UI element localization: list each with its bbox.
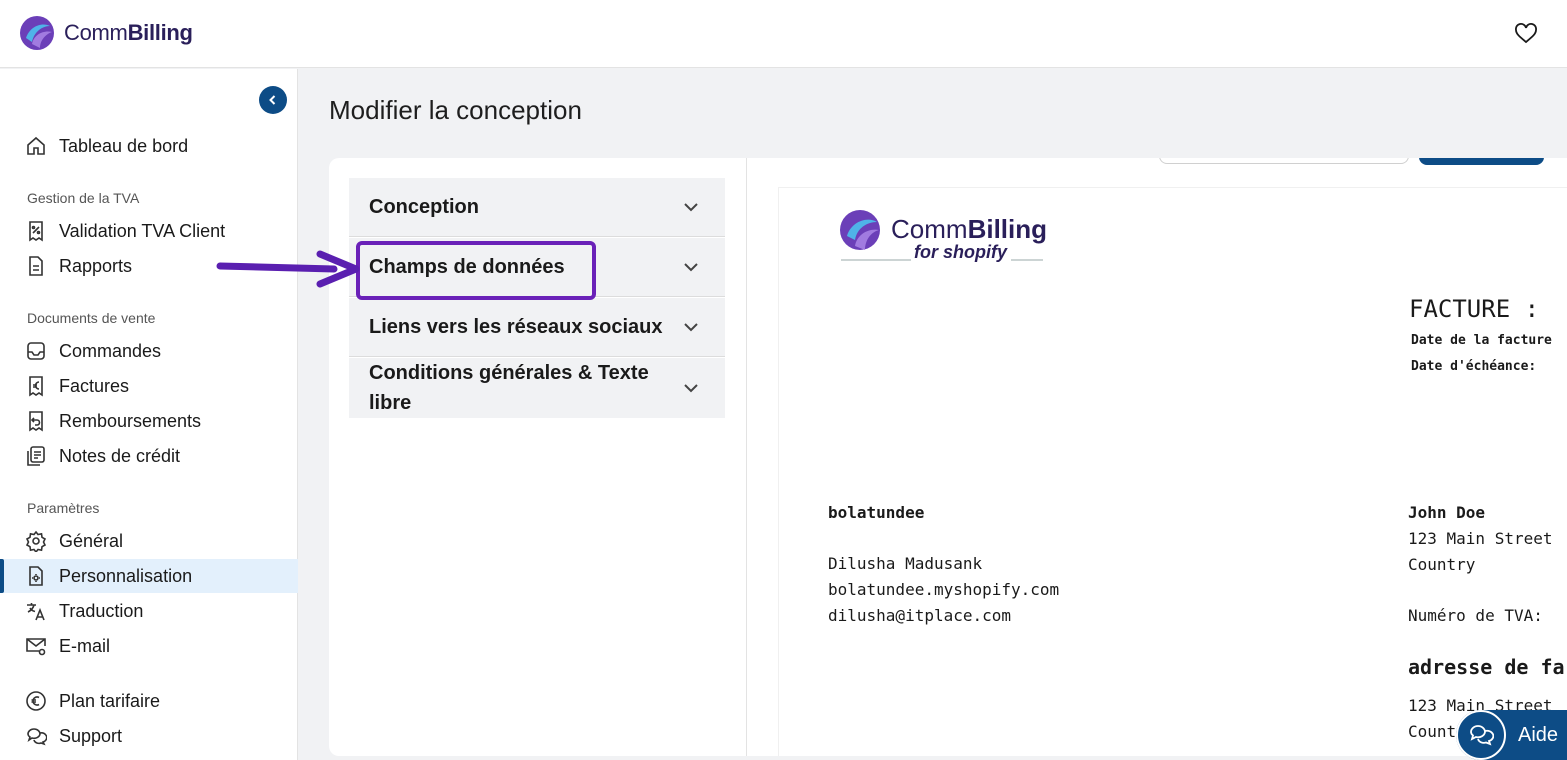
translate-icon	[25, 600, 47, 622]
sidebar-item-label: Général	[59, 530, 124, 551]
accordion-label: Conditions générales & Texte libre	[369, 362, 649, 414]
billing-country: Count	[1408, 722, 1457, 741]
home-icon	[25, 135, 47, 157]
gear-icon	[25, 530, 47, 552]
accordion-terms[interactable]: Conditions générales & Texte libre	[349, 358, 725, 418]
annotation-arrow-icon	[216, 250, 360, 288]
billing-address-heading: adresse de fa	[1408, 655, 1565, 679]
inbox-icon	[25, 340, 47, 362]
document-icon	[25, 255, 47, 277]
sidebar-item-dashboard[interactable]: Tableau de bord	[0, 129, 298, 163]
accordion-label: Liens vers les réseaux sociaux	[369, 316, 663, 338]
commbilling-logo-icon	[20, 16, 54, 50]
sidebar-item-invoices[interactable]: Factures	[0, 369, 298, 403]
sidebar-item-label: Rapports	[59, 255, 133, 276]
shop-email: dilusha@itplace.com	[828, 606, 1012, 625]
chat-bubbles-icon	[1456, 710, 1506, 760]
preview-action-button[interactable]	[1419, 158, 1544, 165]
customer-street: 123 Main Street	[1408, 529, 1553, 548]
chat-icon	[25, 725, 47, 747]
customer-country: Country	[1408, 555, 1476, 574]
sidebar-item-label: Notes de crédit	[59, 445, 181, 466]
brand-name: CommBilling	[64, 20, 193, 45]
customize-icon	[25, 565, 47, 587]
chevron-down-icon	[684, 384, 698, 393]
notes-icon	[25, 445, 47, 467]
chevron-down-icon	[684, 323, 698, 332]
sidebar-item-label: Plan tarifaire	[59, 690, 161, 711]
collapse-sidebar-button[interactable]	[259, 86, 287, 114]
invoice-logo-tagline: for shopify	[914, 242, 1007, 262]
sidebar-item-label: Validation TVA Client	[59, 220, 226, 241]
shop-owner: Dilusha Madusank	[828, 554, 983, 573]
sidebar-item-label: Support	[59, 725, 123, 746]
invoice-preview: CommBilling for shopify FACTURE : Date d…	[779, 188, 1567, 756]
section-sales: Documents de vente	[27, 310, 156, 326]
highlight-box	[356, 241, 596, 300]
chevron-down-icon	[684, 263, 698, 272]
sidebar-item-label: Personnalisation	[59, 565, 193, 586]
sidebar-item-translation[interactable]: Traduction	[0, 594, 298, 628]
section-vat: Gestion de la TVA	[27, 190, 140, 206]
accordion-label: Conception	[369, 196, 479, 218]
vat-number-label: Numéro de TVA:	[1408, 606, 1543, 625]
sidebar-item-refunds[interactable]: Remboursements	[0, 404, 298, 438]
invoice-date-label: Date de la facture	[1411, 333, 1552, 348]
sidebar-item-pricing[interactable]: Plan tarifaire	[0, 684, 298, 718]
invoice-logo-text: CommBilling	[891, 214, 1047, 244]
page-title: Modifier la conception	[329, 95, 582, 125]
help-button[interactable]: Aide	[1456, 710, 1567, 760]
sidebar-item-label: E-mail	[59, 635, 111, 656]
shop-domain: bolatundee.myshopify.com	[828, 580, 1060, 599]
sidebar-item-email[interactable]: E-mail	[0, 629, 298, 663]
sidebar-item-support[interactable]: Support	[0, 719, 298, 753]
shop-name: bolatundee	[828, 503, 925, 522]
chevron-left-icon	[269, 95, 276, 105]
preview-input-field[interactable]	[1159, 158, 1409, 164]
customer-name: John Doe	[1408, 503, 1486, 522]
sidebar-item-vat-validation[interactable]: Validation TVA Client	[0, 214, 298, 248]
sidebar: Tableau de bord Gestion de la TVA Valida…	[0, 69, 298, 760]
sidebar-item-general[interactable]: Général	[0, 524, 298, 558]
percent-receipt-icon	[25, 220, 47, 242]
due-date-label: Date d'échéance:	[1411, 359, 1537, 374]
mail-settings-icon	[25, 635, 47, 657]
euro-circle-icon	[25, 690, 47, 712]
app-logo[interactable]: CommBilling	[18, 14, 193, 52]
accordion-design[interactable]: Conception	[349, 178, 725, 237]
chevron-down-icon	[684, 203, 698, 212]
euro-receipt-icon	[25, 375, 47, 397]
sidebar-item-label: Tableau de bord	[59, 135, 189, 156]
invoice-logo: CommBilling for shopify	[839, 208, 1047, 273]
invoice-title: FACTURE :	[1409, 295, 1540, 323]
sidebar-item-label: Commandes	[59, 340, 162, 361]
accordion-social-links[interactable]: Liens vers les réseaux sociaux	[349, 298, 725, 357]
top-bar: CommBilling	[0, 0, 1567, 68]
sidebar-item-label: Factures	[59, 375, 130, 396]
help-label: Aide	[1518, 723, 1559, 746]
sidebar-item-customization[interactable]: Personnalisation	[0, 559, 298, 593]
section-settings: Paramètres	[27, 500, 100, 516]
sidebar-item-label: Remboursements	[59, 410, 202, 431]
sidebar-item-orders[interactable]: Commandes	[0, 334, 298, 368]
sidebar-item-label: Traduction	[59, 600, 144, 621]
refund-receipt-icon	[25, 410, 47, 432]
sidebar-item-credit-notes[interactable]: Notes de crédit	[0, 439, 298, 473]
heart-icon[interactable]	[1514, 22, 1538, 46]
invoice-preview-panel: CommBilling for shopify FACTURE : Date d…	[748, 158, 1567, 756]
